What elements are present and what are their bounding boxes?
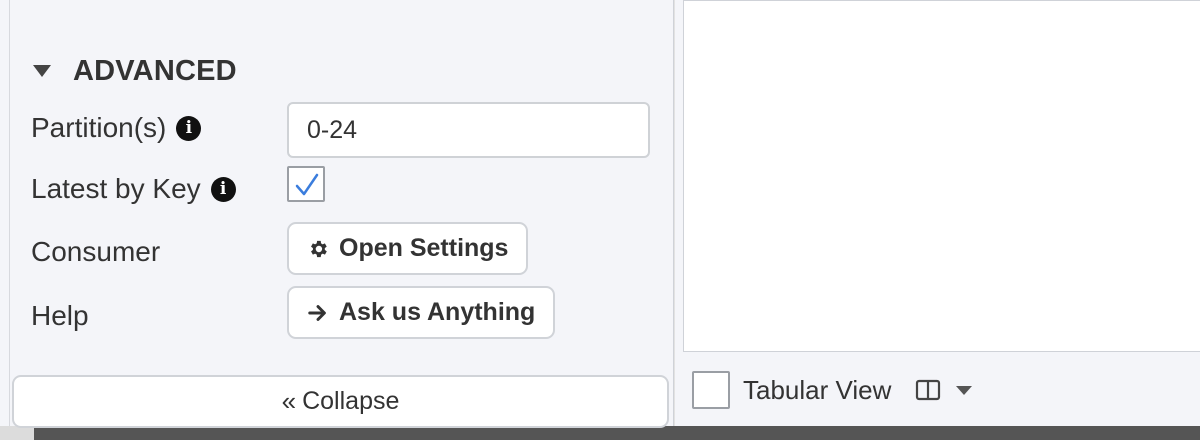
ask-us-anything-label: Ask us Anything [339, 298, 536, 326]
tabular-view-checkbox[interactable] [692, 371, 730, 409]
columns-icon[interactable] [915, 379, 941, 401]
latest-by-key-label-row: Latest by Key i [31, 173, 236, 205]
chevron-down-icon[interactable] [956, 385, 973, 395]
latest-by-key-checkbox[interactable] [287, 166, 325, 202]
arrow-right-icon [307, 302, 329, 324]
tabular-view-label: Tabular View [743, 374, 892, 405]
panel-edge [0, 0, 10, 426]
double-chevron-left-icon: « [281, 386, 297, 416]
help-label: Help [31, 300, 89, 331]
latest-by-key-label: Latest by Key [31, 173, 201, 204]
consumer-label: Consumer [31, 236, 161, 267]
caret-down-icon [33, 65, 51, 77]
advanced-section-toggle[interactable]: ADVANCED [33, 54, 237, 88]
partitions-label-row: Partition(s) i [31, 112, 202, 144]
partitions-input[interactable]: 0-24 [287, 102, 650, 158]
open-settings-label: Open Settings [339, 234, 509, 262]
partitions-label: Partition(s) [31, 112, 167, 143]
view-options-bar: Tabular View [683, 360, 973, 420]
gear-icon [307, 238, 329, 260]
window-shadow [34, 426, 1200, 440]
consumer-label-row: Consumer [31, 236, 160, 268]
info-icon[interactable]: i [176, 115, 202, 141]
ask-us-anything-button[interactable]: Ask us Anything [287, 286, 556, 339]
info-icon[interactable]: i [210, 176, 236, 202]
results-content [683, 0, 1200, 352]
settings-panel: ADVANCED Partition(s) i 0-24 Latest by K… [0, 0, 674, 428]
help-label-row: Help [31, 300, 89, 332]
collapse-button[interactable]: « Collapse [12, 375, 669, 428]
open-settings-button[interactable]: Open Settings [287, 222, 529, 275]
section-title: ADVANCED [73, 54, 237, 87]
collapse-label: Collapse [302, 387, 400, 415]
checkmark-icon [295, 173, 319, 196]
